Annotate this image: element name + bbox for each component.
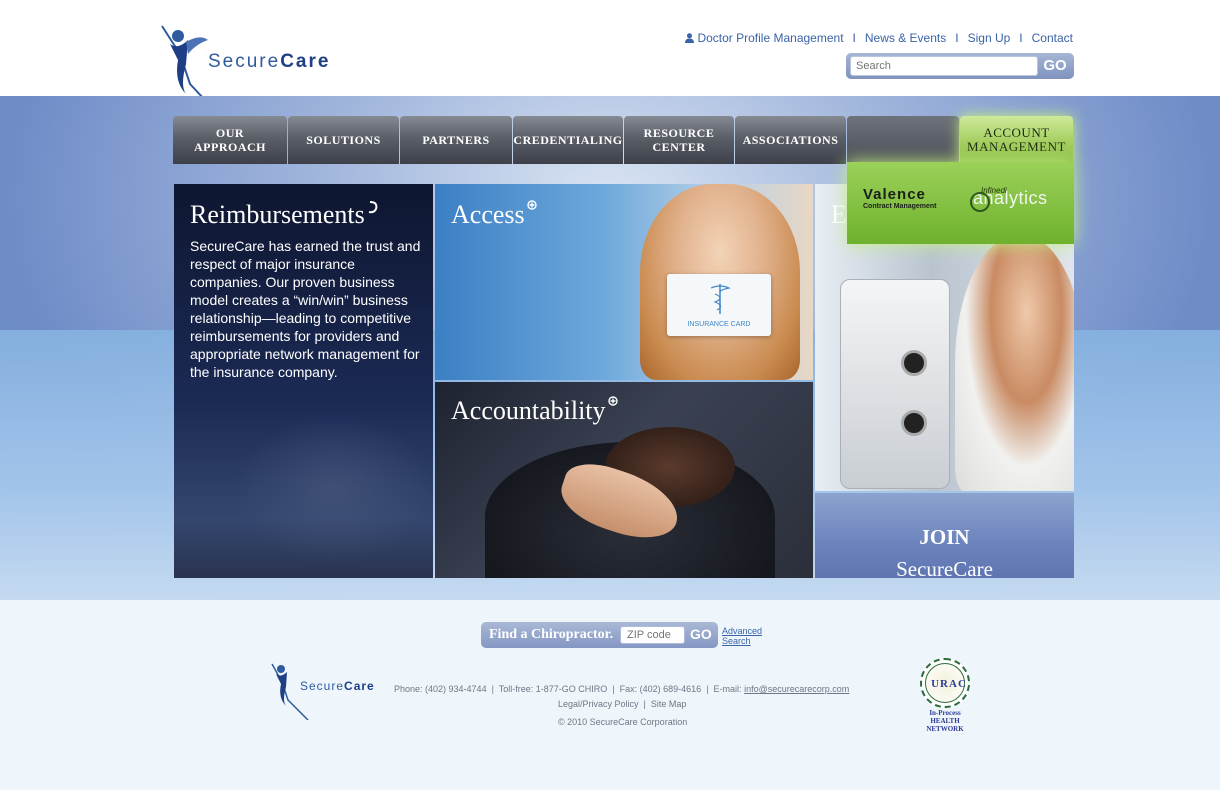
- logo-wordmark: SecureCare: [208, 51, 331, 72]
- nav-blank: [847, 116, 959, 164]
- nav-credentialing[interactable]: CREDENTIALING: [513, 116, 623, 164]
- footer-fax: Fax: (402) 689-4616: [619, 684, 702, 694]
- site-header: SecureCare Doctor Profile Management I N…: [0, 0, 1220, 117]
- insurance-card-image: INSURANCE CARD: [667, 274, 771, 336]
- urac-seal-inner: URAC: [925, 663, 966, 703]
- copyright: © 2010 SecureCare Corporation: [558, 717, 688, 727]
- footer-wordmark: SecureCare: [300, 679, 375, 693]
- accountability-panel[interactable]: Accountability: [435, 382, 813, 578]
- doctor-profile-link[interactable]: Doctor Profile Management: [685, 31, 844, 45]
- plus-circle-icon: [526, 200, 537, 210]
- nav-account-management[interactable]: ACCOUNT MANAGEMENT: [960, 116, 1073, 164]
- site-map-link[interactable]: Site Map: [651, 699, 687, 709]
- nav-associations[interactable]: ASSOCIATIONS: [735, 116, 846, 164]
- finder-label: Find a Chiropractor.: [489, 627, 614, 642]
- analytics-ring-icon: [970, 192, 990, 212]
- expertise-title: E: [831, 200, 847, 229]
- caduceus-icon: [710, 284, 731, 314]
- urac-line-2: HEALTH NETWORK: [926, 717, 964, 733]
- footer-email-label: E-mail:: [713, 684, 742, 694]
- link-separator: I: [852, 31, 856, 45]
- valence-title: Valence: [863, 186, 926, 203]
- accountability-title: Accountability: [451, 396, 618, 426]
- news-events-link[interactable]: News & Events: [865, 31, 946, 45]
- curl-arrow-icon: [368, 201, 378, 214]
- footer-email-link[interactable]: info@securecarecorp.com: [744, 684, 849, 694]
- account-management-dropdown: Valence Contract Management Infinedi ana…: [847, 162, 1074, 244]
- legal-links: Legal/Privacy Policy | Site Map: [558, 699, 687, 709]
- person-icon: [685, 33, 695, 43]
- top-links: Doctor Profile Management I News & Event…: [685, 31, 1073, 45]
- nav-partners[interactable]: PARTNERS: [400, 116, 512, 164]
- legal-privacy-link[interactable]: Legal/Privacy Policy: [558, 699, 639, 709]
- machine-knob: [901, 410, 927, 436]
- search-go-button[interactable]: GO: [1040, 56, 1070, 76]
- join-label: JOIN SecureCare: [896, 525, 993, 578]
- footer-contact-info: Phone: (402) 934-4744 | Toll-free: 1-877…: [394, 682, 850, 727]
- contact-link[interactable]: Contact: [1032, 31, 1073, 45]
- nav-solutions[interactable]: SOLUTIONS: [288, 116, 399, 164]
- main-nav: OUR APPROACH SOLUTIONS PARTNERS CREDENTI…: [173, 116, 1075, 164]
- link-separator: I: [955, 31, 959, 45]
- footer-phone: Phone: (402) 934-4744: [394, 684, 487, 694]
- search-input[interactable]: [850, 56, 1038, 76]
- footer-logo[interactable]: SecureCare: [270, 662, 382, 721]
- chiropractor-finder: Find a Chiropractor. GO: [481, 622, 718, 648]
- footer-tollfree: Toll-free: 1-877-GO CHIRO: [498, 684, 608, 694]
- advanced-search-link[interactable]: Advanced Search: [722, 626, 766, 646]
- zip-code-input[interactable]: [620, 626, 685, 644]
- sign-up-link[interactable]: Sign Up: [968, 31, 1011, 45]
- urac-line-1: In-Process: [929, 709, 961, 717]
- machine-knob: [901, 350, 927, 376]
- link-separator: I: [1019, 31, 1023, 45]
- analytics-link[interactable]: Infinedi analytics: [970, 186, 1048, 212]
- contact-line: Phone: (402) 934-4744 | Toll-free: 1-877…: [394, 684, 850, 694]
- nav-our-approach[interactable]: OUR APPROACH: [173, 116, 287, 164]
- urac-seal-icon: URAC: [920, 658, 970, 708]
- urac-caption: In-Process HEALTH NETWORK: [913, 709, 977, 733]
- technician-photo: [955, 234, 1074, 491]
- join-securecare-button[interactable]: JOIN SecureCare: [815, 493, 1074, 578]
- header-search: GO: [846, 53, 1074, 79]
- hand-photo: [234, 414, 433, 564]
- nav-resource-center[interactable]: RESOURCE CENTER: [624, 116, 734, 164]
- finder-go-button[interactable]: GO: [690, 626, 712, 642]
- urac-badge: URAC In-Process HEALTH NETWORK: [913, 658, 977, 733]
- urac-letters: URAC: [931, 678, 967, 690]
- insurance-card-label: INSURANCE CARD: [687, 321, 751, 328]
- valence-subtitle: Contract Management: [863, 203, 937, 210]
- reimbursements-body: SecureCare has earned the trust and resp…: [190, 238, 421, 380]
- valence-link[interactable]: Valence Contract Management: [863, 186, 937, 210]
- plus-circle-icon: [607, 396, 618, 406]
- reimbursements-panel[interactable]: Reimbursements SecureCare has earned the…: [174, 184, 433, 578]
- reimbursements-title: Reimbursements: [190, 200, 379, 230]
- access-panel[interactable]: INSURANCE CARD Access: [435, 184, 813, 380]
- analytics-prefix: Infinedi: [981, 186, 1007, 195]
- access-title: Access: [451, 200, 537, 230]
- xray-machine-photo: [840, 279, 950, 489]
